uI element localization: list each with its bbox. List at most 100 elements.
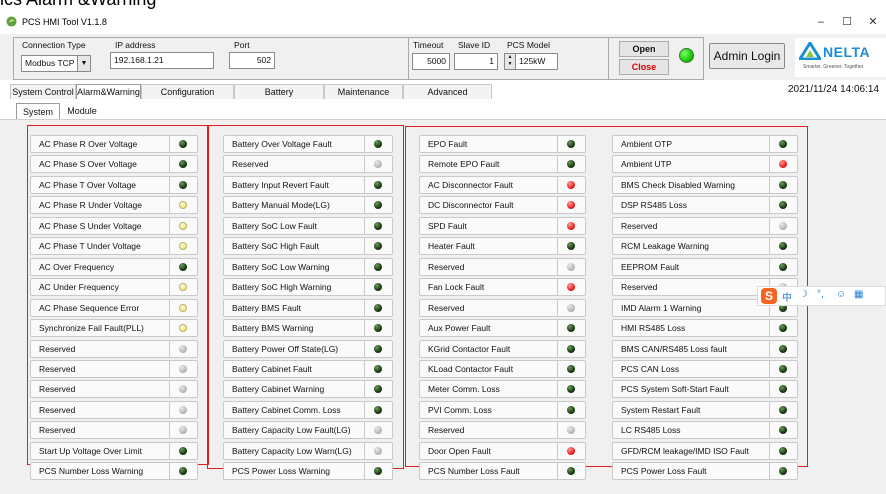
ime-chinese-icon[interactable]: 中 [782, 289, 792, 304]
ime-keyboard-icon[interactable]: ▦ [854, 289, 863, 300]
alarm-indicator-cell [364, 259, 392, 275]
status-led-icon [179, 263, 187, 271]
close-button[interactable]: Close [619, 59, 669, 75]
alarm-indicator-cell [769, 177, 797, 193]
close-window-button[interactable]: ✕ [860, 12, 886, 32]
ime-moon-icon[interactable]: ☽ [799, 289, 808, 300]
pcs-model-value: 125kW [519, 56, 546, 66]
alarm-indicator-cell [364, 422, 392, 438]
alarm-indicator-cell [769, 341, 797, 357]
maximize-button[interactable]: ☐ [834, 12, 860, 32]
status-led-icon [179, 365, 187, 373]
status-led-icon [779, 365, 787, 373]
subtab-system[interactable]: System [16, 103, 60, 119]
alarm-indicator-cell [557, 136, 585, 152]
alarm-indicator-cell [169, 136, 197, 152]
alarm-row: Synchronize Fail Fault(PLL) [30, 319, 198, 337]
alarm-label: Reserved [39, 344, 76, 354]
status-led-icon [374, 222, 382, 230]
alarm-row: SPD Fault [419, 217, 586, 235]
tab-maintenance[interactable]: Maintenance [324, 84, 403, 99]
alarm-row: Heater Fault [419, 237, 586, 255]
alarm-row: AC Disconnector Fault [419, 176, 586, 194]
ime-toolbar[interactable]: S 中 ☽ °, ☺ ▦ [757, 286, 886, 306]
ip-address-label: IP address [115, 40, 156, 50]
status-led-icon [779, 447, 787, 455]
alarm-row: Battery Manual Mode(LG) [223, 196, 393, 214]
status-led-icon [179, 345, 187, 353]
alarm-label: Heater Fault [428, 241, 475, 251]
alarm-indicator-cell [557, 279, 585, 295]
pcs-model-select[interactable]: ▲ ▼ 125kW [504, 53, 558, 70]
alarm-row: Reserved [419, 299, 586, 317]
status-led-icon [779, 140, 787, 148]
alarm-row: Ambient UTP [612, 155, 798, 173]
port-input[interactable]: 502 [229, 52, 275, 69]
ip-address-input[interactable]: 192.168.1.21 [110, 52, 214, 69]
alarm-row: Reserved [419, 258, 586, 276]
alarm-label: PCS Number Loss Fault [428, 466, 520, 476]
alarm-label: PCS CAN Loss [621, 364, 680, 374]
alarm-indicator-cell [557, 197, 585, 213]
alarm-label: PVI Comm. Loss [428, 405, 492, 415]
alarm-indicator-cell [557, 422, 585, 438]
alarm-label: KGrid Contactor Fault [428, 344, 511, 354]
alarm-indicator-cell [364, 218, 392, 234]
alarm-label: Start Up Voltage Over Limit [39, 446, 142, 456]
ime-emoji-icon[interactable]: ☺ [836, 289, 846, 300]
timeout-input[interactable]: 5000 [412, 53, 450, 70]
alarm-indicator-cell [169, 238, 197, 254]
status-led-icon [179, 222, 187, 230]
alarm-row: Door Open Fault [419, 442, 586, 460]
alarm-indicator-cell [364, 238, 392, 254]
status-led-icon [374, 385, 382, 393]
open-button[interactable]: Open [619, 41, 669, 57]
alarm-label: PCS Power Loss Fault [621, 466, 707, 476]
alarm-label: EPO Fault [428, 139, 468, 149]
connection-type-value: Modbus TCP [25, 58, 75, 68]
alarm-label: Meter Comm. Loss [428, 384, 500, 394]
alarm-label: Battery Over Voltage Fault [232, 139, 332, 149]
alarm-label: Battery Cabinet Warning [232, 384, 325, 394]
tab-battery[interactable]: Battery [234, 84, 324, 99]
alarm-indicator-cell [169, 279, 197, 295]
alarm-row: BMS Check Disabled Warning [612, 176, 798, 194]
status-led-icon [567, 345, 575, 353]
slave-id-input[interactable]: 1 [454, 53, 498, 70]
alarm-label: Fan Lock Fault [428, 282, 485, 292]
alarm-label: Battery Cabinet Comm. Loss [232, 405, 341, 415]
minimize-button[interactable]: – [808, 12, 834, 32]
alarm-label: AC Phase R Over Voltage [39, 139, 138, 149]
alarm-label: Battery SoC High Warning [232, 282, 332, 292]
spinner-icon[interactable]: ▲ ▼ [505, 54, 516, 69]
status-led-icon [779, 201, 787, 209]
alarm-label: AC Phase R Under Voltage [39, 200, 143, 210]
status-led-icon [567, 222, 575, 230]
subtab-module[interactable]: Module [60, 103, 104, 119]
ime-logo-icon[interactable]: S [761, 288, 777, 304]
tab-advanced[interactable]: Advanced [403, 84, 492, 99]
alarm-indicator-cell [364, 279, 392, 295]
alarm-indicator-cell [557, 443, 585, 459]
alarm-label: Reserved [39, 364, 76, 374]
tab-configuration[interactable]: Configuration [141, 84, 234, 99]
alarm-label: PCS Number Loss Warning [39, 466, 144, 476]
connection-type-select[interactable]: Modbus TCP ▼ [21, 55, 91, 72]
alarm-row: Battery BMS Warning [223, 319, 393, 337]
alarm-indicator-cell [557, 341, 585, 357]
status-led-icon [179, 467, 187, 475]
status-led-icon [374, 140, 382, 148]
alarm-indicator-cell [769, 320, 797, 336]
alarm-label: Battery SoC Low Fault [232, 221, 318, 231]
admin-login-button[interactable]: Admin Login [709, 43, 785, 69]
alarm-row: Battery SoC Low Fault [223, 217, 393, 235]
chevron-down-icon[interactable]: ▼ [77, 56, 90, 71]
tab-system-control[interactable]: System Control [10, 84, 76, 99]
alarm-indicator-cell [364, 381, 392, 397]
status-led-icon [779, 406, 787, 414]
ime-punct-icon[interactable]: °, [817, 289, 824, 300]
tab-alarm-warning[interactable]: Alarm&Warning [76, 84, 141, 99]
connection-type-label: Connection Type [22, 40, 86, 50]
alarm-label: IMD Alarm 1 Warning [621, 303, 702, 313]
alarm-label: DSP RS485 Loss [621, 200, 687, 210]
